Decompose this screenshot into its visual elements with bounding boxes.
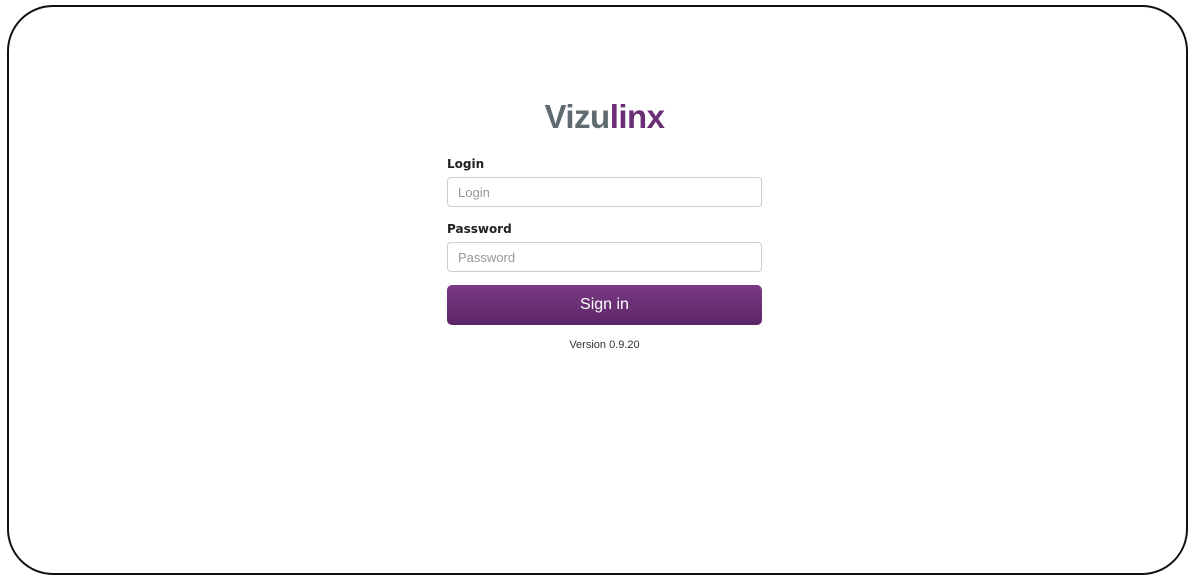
login-input[interactable]: [447, 177, 762, 207]
logo-text-part2: linx: [609, 98, 665, 135]
window-frame: Vizulinx Login Password Sign in Version …: [7, 5, 1188, 575]
vizulinx-logo: Vizulinx: [447, 97, 762, 137]
password-input[interactable]: [447, 242, 762, 272]
login-label: Login: [447, 157, 485, 171]
password-label: Password: [447, 222, 512, 236]
login-panel: Vizulinx Login Password Sign in Version …: [447, 97, 762, 351]
version-text: Version 0.9.20: [569, 339, 640, 351]
logo-text-part1: Vizu: [544, 98, 610, 135]
sign-in-button[interactable]: Sign in: [447, 285, 762, 325]
